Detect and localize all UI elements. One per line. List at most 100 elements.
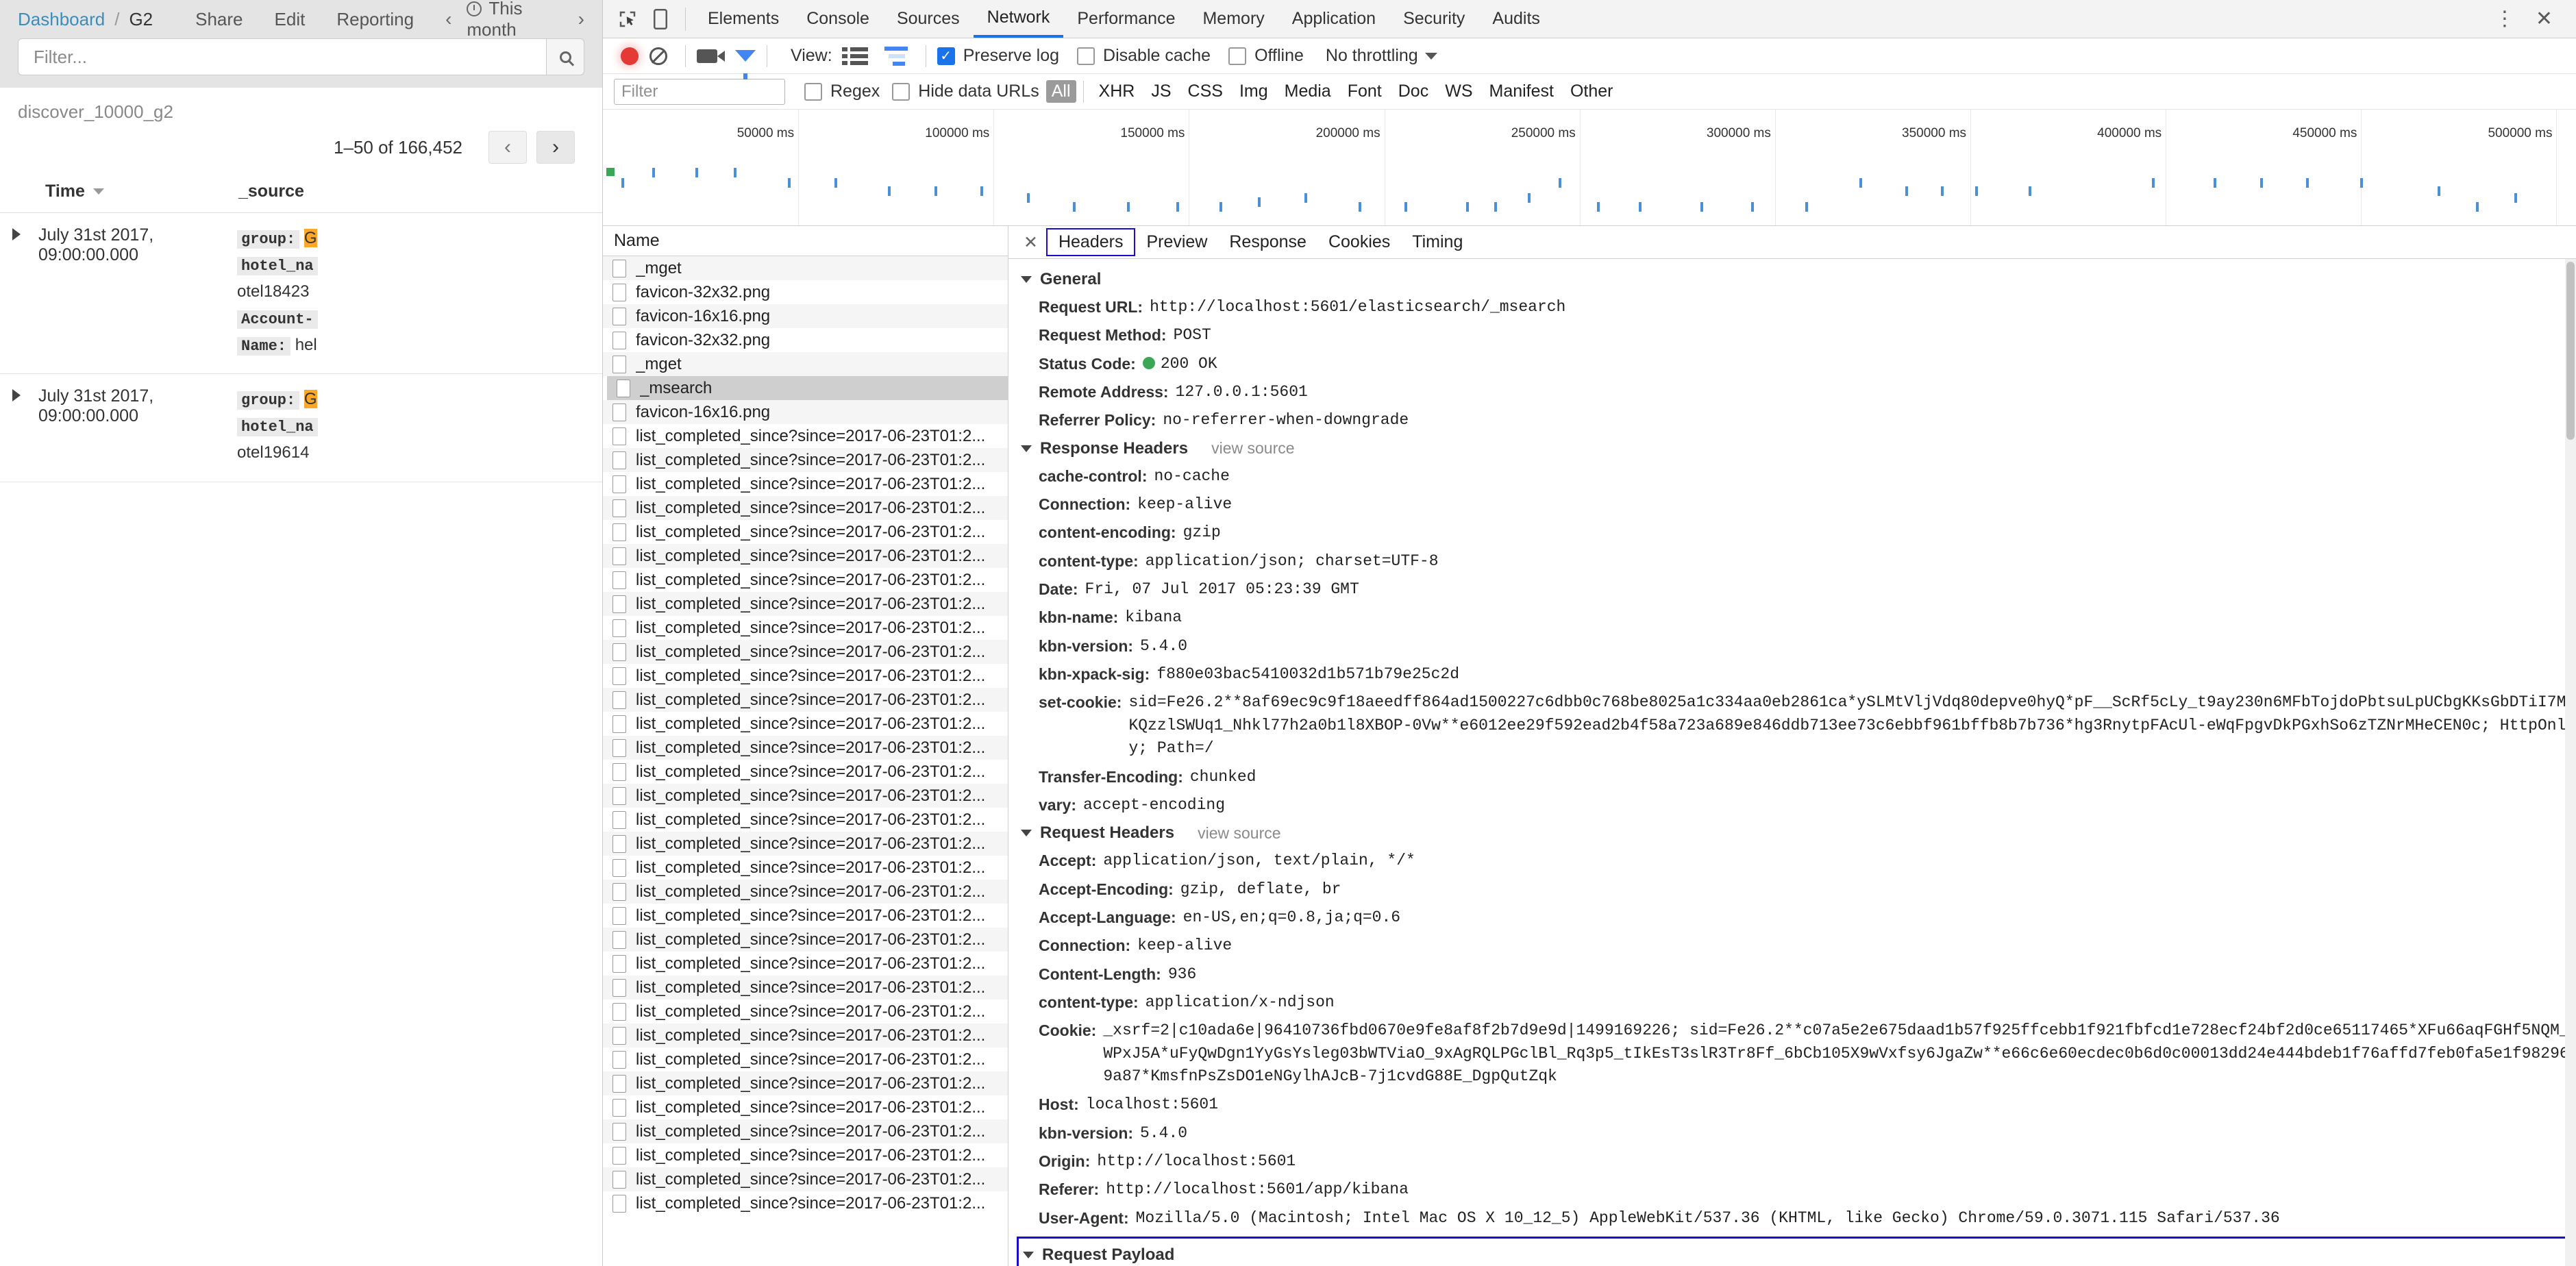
resource-type-xhr[interactable]: XHR	[1091, 80, 1143, 103]
tab-application[interactable]: Application	[1278, 0, 1389, 38]
tab-audits[interactable]: Audits	[1478, 0, 1553, 38]
netlist-row[interactable]: favicon-32x32.png	[603, 280, 1008, 304]
netlist-row[interactable]: list_completed_since?since=2017-06-23T01…	[603, 856, 1008, 880]
netlist-row[interactable]: list_completed_since?since=2017-06-23T01…	[603, 1119, 1008, 1143]
netlist-row[interactable]: list_completed_since?since=2017-06-23T01…	[603, 1191, 1008, 1215]
detail-tab-response[interactable]: Response	[1218, 229, 1317, 255]
netlist-row[interactable]: list_completed_since?since=2017-06-23T01…	[603, 712, 1008, 736]
netlist-row[interactable]: list_completed_since?since=2017-06-23T01…	[603, 592, 1008, 616]
netlist-row[interactable]: list_completed_since?since=2017-06-23T01…	[603, 808, 1008, 832]
page-prev-button[interactable]: ‹	[488, 131, 527, 164]
resource-type-media[interactable]: Media	[1276, 80, 1339, 103]
netlist-row[interactable]: list_completed_since?since=2017-06-23T01…	[603, 544, 1008, 568]
detail-scrollbar[interactable]	[2565, 259, 2576, 1266]
disable-cache-checkbox[interactable]	[1077, 47, 1095, 65]
tab-performance[interactable]: Performance	[1063, 0, 1189, 38]
netlist-row[interactable]: list_completed_since?since=2017-06-23T01…	[603, 880, 1008, 904]
section-general-title[interactable]: General	[1008, 266, 2576, 293]
page-next-button[interactable]: ›	[536, 131, 575, 164]
netlist-row[interactable]: list_completed_since?since=2017-06-23T01…	[603, 904, 1008, 928]
network-overview-timeline[interactable]: 50000 ms 100000 ms 150000 ms 200000 ms 25000…	[603, 110, 2576, 226]
netlist-row[interactable]: list_completed_since?since=2017-06-23T01…	[603, 736, 1008, 760]
netlist-row[interactable]: list_completed_since?since=2017-06-23T01…	[603, 1095, 1008, 1119]
more-options-icon[interactable]: ⋮	[2486, 7, 2523, 31]
tab-sources[interactable]: Sources	[883, 0, 974, 38]
tab-elements[interactable]: Elements	[694, 0, 793, 38]
menu-edit[interactable]: Edit	[275, 9, 306, 30]
filter-toggle-icon[interactable]	[735, 50, 756, 79]
detail-scroll-thumb[interactable]	[2566, 262, 2575, 440]
netlist-header-name[interactable]: Name	[603, 226, 1008, 256]
time-prev-button[interactable]: ‹	[445, 8, 451, 30]
capture-screenshots-icon[interactable]	[697, 49, 725, 63]
row-expand-toggle[interactable]	[0, 386, 38, 467]
detail-close-icon[interactable]: ✕	[1015, 232, 1046, 253]
resource-type-img[interactable]: Img	[1231, 80, 1276, 103]
netlist-row[interactable]: list_completed_since?since=2017-06-23T01…	[603, 424, 1008, 448]
time-next-button[interactable]: ›	[578, 8, 584, 30]
clear-button[interactable]	[649, 47, 667, 65]
detail-tab-cookies[interactable]: Cookies	[1317, 229, 1401, 255]
netlist-row[interactable]: list_completed_since?since=2017-06-23T01…	[603, 1143, 1008, 1167]
close-icon[interactable]: ✕	[2527, 7, 2561, 31]
netlist-row[interactable]: list_completed_since?since=2017-06-23T01…	[603, 472, 1008, 496]
netlist-row[interactable]: list_completed_since?since=2017-06-23T01…	[603, 664, 1008, 688]
netlist-row[interactable]: list_completed_since?since=2017-06-23T01…	[603, 832, 1008, 856]
tab-memory[interactable]: Memory	[1189, 0, 1278, 38]
netlist-row[interactable]: list_completed_since?since=2017-06-23T01…	[603, 1047, 1008, 1071]
netlist-row[interactable]: list_completed_since?since=2017-06-23T01…	[603, 976, 1008, 1000]
hide-data-urls-checkbox[interactable]	[892, 82, 911, 101]
table-row[interactable]: July 31st 2017, 09:00:00.000 group: G ho…	[0, 374, 602, 482]
netlist-row[interactable]: list_completed_since?since=2017-06-23T01…	[603, 1000, 1008, 1023]
kibana-filter-input[interactable]	[18, 38, 584, 75]
section-request-headers-title[interactable]: Request Headers view source	[1008, 819, 2576, 847]
netlist-row[interactable]: list_completed_since?since=2017-06-23T01…	[603, 952, 1008, 976]
netlist-row[interactable]: list_completed_since?since=2017-06-23T01…	[603, 1167, 1008, 1191]
netlist-row[interactable]: list_completed_since?since=2017-06-23T01…	[603, 1071, 1008, 1095]
waterfall-view-icon[interactable]	[884, 46, 908, 66]
netlist-row[interactable]: _msearch	[607, 376, 1008, 400]
throttling-select[interactable]: No throttling	[1322, 46, 1437, 66]
netlist-row[interactable]: list_completed_since?since=2017-06-23T01…	[603, 760, 1008, 784]
time-range-label[interactable]: This month	[467, 0, 562, 40]
netlist-row[interactable]: list_completed_since?since=2017-06-23T01…	[603, 640, 1008, 664]
resource-type-font[interactable]: Font	[1339, 80, 1390, 103]
record-button[interactable]	[621, 47, 639, 65]
netlist-row[interactable]: favicon-16x16.png	[603, 304, 1008, 328]
device-toolbar-icon[interactable]	[644, 4, 677, 34]
netlist-row[interactable]: list_completed_since?since=2017-06-23T01…	[603, 1023, 1008, 1047]
detail-tab-headers[interactable]: Headers	[1045, 228, 1136, 256]
row-expand-toggle[interactable]	[0, 225, 38, 358]
netlist-row[interactable]: _mget	[603, 256, 1008, 280]
section-response-headers-title[interactable]: Response Headers view source	[1008, 435, 2576, 462]
netlist-row[interactable]: list_completed_since?since=2017-06-23T01…	[603, 496, 1008, 520]
response-view-source-link[interactable]: view source	[1211, 439, 1294, 458]
detail-tab-preview[interactable]: Preview	[1135, 229, 1218, 255]
netlist-row[interactable]: list_completed_since?since=2017-06-23T01…	[603, 448, 1008, 472]
resource-type-other[interactable]: Other	[1562, 80, 1622, 103]
resource-type-js[interactable]: JS	[1143, 80, 1179, 103]
netlist-row[interactable]: list_completed_since?since=2017-06-23T01…	[603, 520, 1008, 544]
menu-reporting[interactable]: Reporting	[336, 9, 414, 30]
netlist-row[interactable]: favicon-16x16.png	[603, 400, 1008, 424]
breadcrumb-dashboard[interactable]: Dashboard	[18, 9, 105, 30]
tab-network[interactable]: Network	[973, 0, 1064, 38]
network-filter-input[interactable]	[614, 78, 785, 105]
resource-type-doc[interactable]: Doc	[1390, 80, 1437, 103]
resource-type-css[interactable]: CSS	[1180, 80, 1231, 103]
list-view-icon[interactable]	[841, 47, 868, 65]
netlist-row[interactable]: list_completed_since?since=2017-06-23T01…	[603, 928, 1008, 952]
request-view-source-link[interactable]: view source	[1198, 824, 1280, 843]
column-header-time[interactable]: Time	[0, 182, 230, 201]
netlist-row[interactable]: list_completed_since?since=2017-06-23T01…	[603, 784, 1008, 808]
offline-checkbox[interactable]	[1228, 47, 1247, 65]
netlist-row[interactable]: list_completed_since?since=2017-06-23T01…	[603, 688, 1008, 712]
inspect-element-icon[interactable]	[611, 4, 644, 34]
netlist-row[interactable]: _mget	[603, 352, 1008, 376]
netlist-row[interactable]: list_completed_since?since=2017-06-23T01…	[603, 616, 1008, 640]
menu-share[interactable]: Share	[195, 9, 243, 30]
resource-type-all[interactable]: All	[1045, 80, 1076, 103]
resource-type-ws[interactable]: WS	[1437, 80, 1481, 103]
netlist-row[interactable]: list_completed_since?since=2017-06-23T01…	[603, 568, 1008, 592]
tab-security[interactable]: Security	[1389, 0, 1478, 38]
